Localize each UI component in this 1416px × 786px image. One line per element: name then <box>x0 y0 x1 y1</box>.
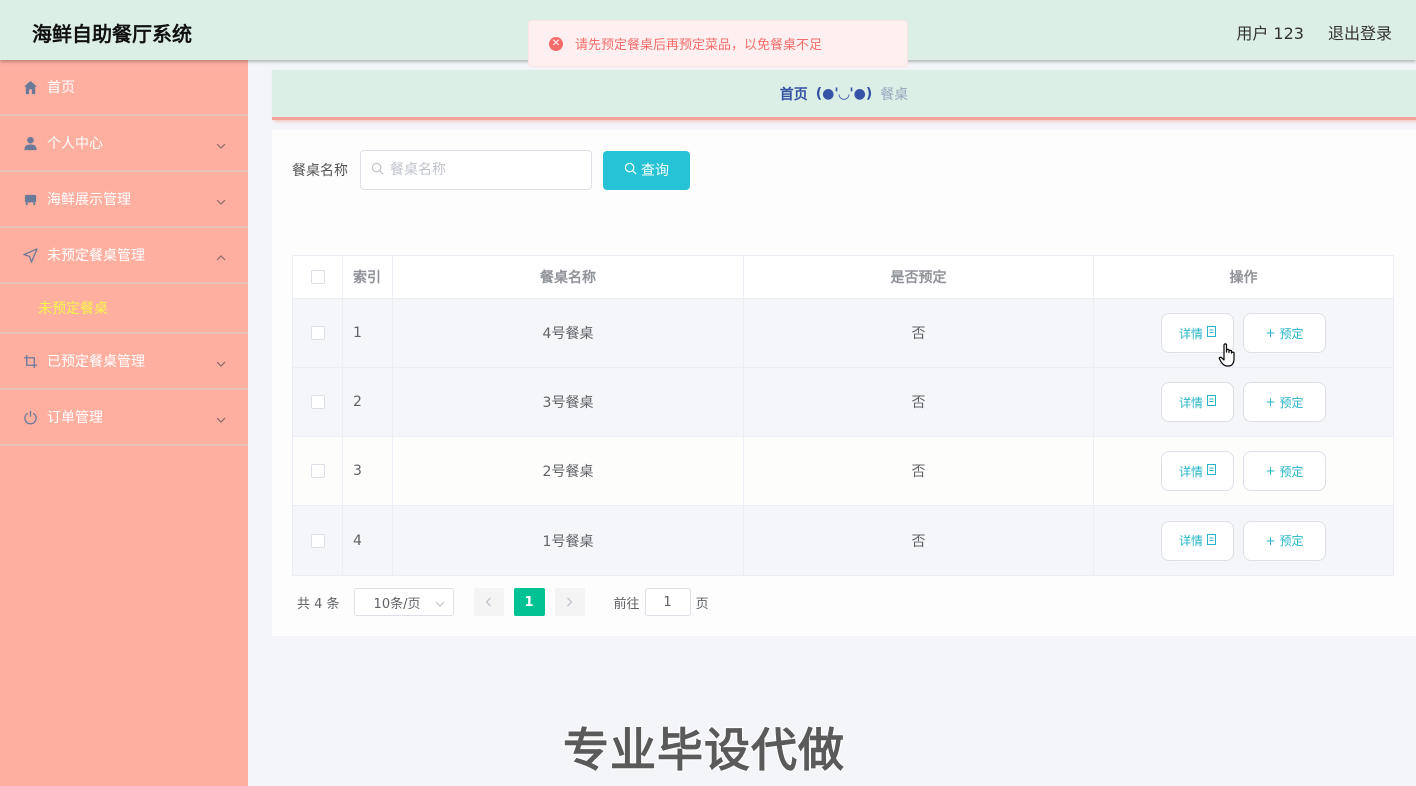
home-icon <box>22 79 38 95</box>
row-checkbox[interactable] <box>310 533 325 548</box>
breadcrumb-current: 餐桌 <box>880 86 909 103</box>
logout-link[interactable]: 退出登录 <box>1328 20 1392 44</box>
tables-table: 索引 餐桌名称 是否预定 操作 1 4号餐桌 否 详情 + 预定 2 3号餐桌 否… <box>292 255 1394 576</box>
sidebar-item-orders[interactable]: 订单管理 <box>0 390 248 446</box>
search-input-wrapper[interactable] <box>360 150 592 190</box>
row-checkbox[interactable] <box>310 464 325 478</box>
document-icon <box>1207 533 1216 548</box>
pagination: 共 4 条 10条/页 1 前往 页 <box>297 588 709 616</box>
sidebar-item-label: 首页 <box>47 80 75 96</box>
chevron-right-icon <box>567 597 573 607</box>
page-jump-input[interactable] <box>644 588 691 616</box>
document-icon <box>1207 464 1216 478</box>
row-index: 2 <box>343 368 393 436</box>
sidebar: 首页 个人中心 海鲜展示管理 未预定餐桌管理 未预定餐桌 已预定餐桌管理 订单管… <box>0 60 248 786</box>
document-icon <box>1207 395 1216 409</box>
search-input[interactable] <box>390 162 580 178</box>
next-page-button[interactable] <box>554 588 585 616</box>
sidebar-item-label: 已预定餐桌管理 <box>47 354 145 370</box>
table-header-row: 索引 餐桌名称 是否预定 操作 <box>293 256 1393 299</box>
error-circle-icon: ✕ <box>549 36 563 51</box>
plus-icon: + <box>1265 464 1276 478</box>
prev-page-button[interactable] <box>473 588 504 616</box>
detail-button[interactable]: 详情 <box>1161 382 1234 422</box>
row-reserved: 否 <box>744 368 1094 436</box>
row-name: 3号餐桌 <box>393 368 744 436</box>
plus-icon: + <box>1265 533 1276 548</box>
select-all-checkbox[interactable] <box>310 270 325 284</box>
header-name: 餐桌名称 <box>393 256 744 298</box>
chevron-down-icon <box>216 412 226 428</box>
table-row: 3 2号餐桌 否 详情 + 预定 <box>293 437 1393 506</box>
sidebar-item-label: 个人中心 <box>47 136 103 152</box>
chevron-down-icon <box>216 356 226 372</box>
send-icon <box>22 247 38 263</box>
plus-icon: + <box>1265 395 1276 409</box>
error-toast: ✕ 请先预定餐桌后再预定菜品，以免餐桌不足 <box>528 20 908 67</box>
detail-button[interactable]: 详情 <box>1161 520 1234 561</box>
query-button-label: 查询 <box>641 162 669 178</box>
sidebar-item-reserved-tables[interactable]: 已预定餐桌管理 <box>0 334 248 390</box>
plus-icon: + <box>1265 326 1276 340</box>
user-icon <box>22 135 38 151</box>
search-label: 餐桌名称 <box>292 163 348 179</box>
table-row: 2 3号餐桌 否 详情 + 预定 <box>293 368 1393 437</box>
sidebar-item-profile[interactable]: 个人中心 <box>0 116 248 172</box>
detail-button[interactable]: 详情 <box>1161 451 1234 491</box>
search-form: 餐桌名称 查询 <box>292 150 690 190</box>
sidebar-item-unreserved-tables[interactable]: 未预定餐桌管理 <box>0 228 248 284</box>
sidebar-item-home[interactable]: 首页 <box>0 60 248 116</box>
row-checkbox[interactable] <box>310 326 325 340</box>
pagination-total: 共 4 条 <box>297 596 340 612</box>
sidebar-item-label: 海鲜展示管理 <box>47 192 131 208</box>
row-index: 1 <box>343 299 393 367</box>
row-name: 4号餐桌 <box>393 299 744 367</box>
main-panel: 餐桌名称 查询 索引 餐桌名称 是否预定 操作 1 4号餐桌 否 <box>272 130 1416 636</box>
chevron-down-icon <box>435 597 445 612</box>
header-reserved: 是否预定 <box>744 256 1094 298</box>
chevron-down-icon <box>216 138 226 154</box>
row-index: 4 <box>343 506 393 575</box>
table-row: 4 1号餐桌 否 详情 + 预定 <box>293 506 1393 575</box>
watermark-text: 专业毕设代做 <box>562 722 845 778</box>
breadcrumb-home[interactable]: 首页 <box>780 84 808 104</box>
search-icon <box>371 162 384 179</box>
sidebar-item-label: 未预定餐桌管理 <box>47 248 145 264</box>
app-title: 海鲜自助餐厅系统 <box>32 22 192 46</box>
chevron-down-icon <box>216 194 226 210</box>
breadcrumb: 首页 (●'◡'●) 餐桌 <box>272 70 1416 120</box>
row-index: 3 <box>343 437 393 505</box>
row-reserved: 否 <box>744 437 1094 505</box>
row-reserved: 否 <box>744 299 1094 367</box>
crop-icon <box>22 353 38 369</box>
header-actions: 操作 <box>1229 270 1258 286</box>
page-size-select[interactable]: 10条/页 <box>353 588 454 616</box>
query-button[interactable]: 查询 <box>603 150 690 190</box>
book-button[interactable]: + 预定 <box>1243 382 1326 422</box>
book-button[interactable]: + 预定 <box>1243 451 1326 491</box>
sidebar-item-label: 订单管理 <box>47 410 103 426</box>
page-number-button[interactable]: 1 <box>513 588 545 616</box>
user-label[interactable]: 用户 123 <box>1236 20 1304 44</box>
page-jumper: 前往 页 <box>614 588 709 616</box>
row-reserved: 否 <box>744 506 1094 575</box>
breadcrumb-separator: (●'◡'●) <box>815 85 873 102</box>
sidebar-subitem-unreserved-table[interactable]: 未预定餐桌 <box>0 284 248 334</box>
hand-cursor-icon <box>1218 342 1238 372</box>
header-index: 索引 <box>343 256 393 298</box>
sidebar-item-seafood[interactable]: 海鲜展示管理 <box>0 172 248 228</box>
chevron-left-icon <box>485 597 492 607</box>
row-checkbox[interactable] <box>310 395 325 409</box>
tray-icon <box>22 191 38 207</box>
toast-message: 请先预定餐桌后再预定菜品，以免餐桌不足 <box>575 38 823 53</box>
book-button[interactable]: + 预定 <box>1243 313 1326 353</box>
chevron-up-icon <box>216 250 226 266</box>
search-icon <box>624 162 637 178</box>
power-icon <box>22 409 38 425</box>
header-user-area: 用户 123 退出登录 <box>1236 20 1392 44</box>
row-name: 1号餐桌 <box>393 506 744 575</box>
row-name: 2号餐桌 <box>393 437 744 505</box>
book-button[interactable]: + 预定 <box>1243 520 1326 561</box>
document-icon <box>1207 326 1216 340</box>
